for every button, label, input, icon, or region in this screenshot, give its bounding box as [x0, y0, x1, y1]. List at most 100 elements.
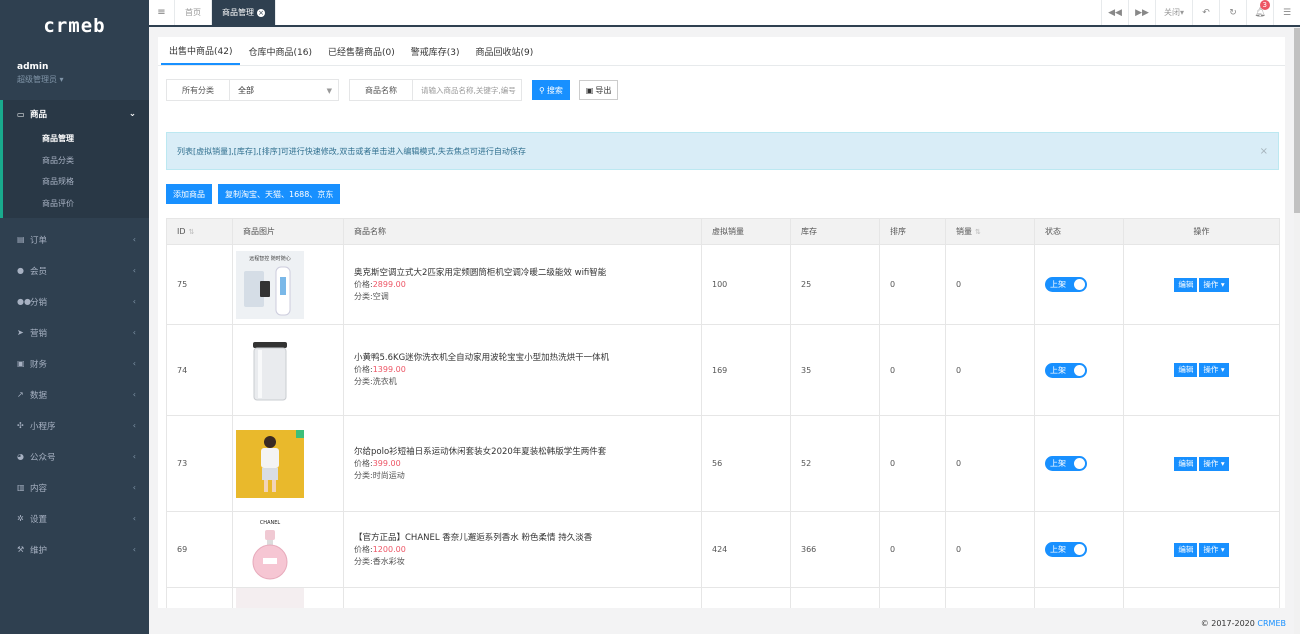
tab-sold-out[interactable]: 已经售罄商品(0) [320, 37, 403, 65]
cell-virtual-sales[interactable]: 100 [701, 244, 791, 325]
tab-low-stock[interactable]: 警戒库存(3) [403, 37, 468, 65]
col-sales[interactable]: 销量 ⇅ [945, 218, 1035, 245]
scroll-left-button[interactable]: ◀◀ [1101, 0, 1128, 25]
user-profile[interactable]: admin 超级管理员 ▾ [0, 52, 149, 100]
caret-down-icon: ▾ [1220, 279, 1225, 289]
close-tabs-dropdown[interactable]: 关闭 ▾ [1155, 0, 1192, 25]
goods-category: 分类:洗衣机 [354, 376, 701, 388]
air-conditioner-image[interactable]: 远程智控 随时随心 [236, 250, 343, 319]
action-bar: 添加商品 复制淘宝、天猫、1688、京东 [166, 184, 346, 204]
status-toggle[interactable]: 上架 [1045, 456, 1087, 471]
scroll-right-button[interactable]: ▶▶ [1128, 0, 1155, 25]
caret-down-icon: ▼ [326, 87, 332, 95]
sidebar-item-content[interactable]: ▥ 内容 ‹ [0, 472, 149, 503]
user-role-dropdown[interactable]: 超级管理员 ▾ [17, 74, 132, 85]
col-image: 商品图片 [232, 218, 344, 245]
edit-button[interactable]: 编辑 [1174, 277, 1198, 292]
refresh-button[interactable]: ↻ [1219, 0, 1246, 25]
tab-label: 商品管理 [222, 8, 254, 17]
tab-home[interactable]: 首页 [175, 0, 212, 25]
category-select[interactable]: 全部 ▼ [230, 80, 338, 100]
menu-toggle-button[interactable]: ≡ [149, 0, 175, 25]
more-actions-dropdown[interactable]: 操作 ▾ [1199, 542, 1229, 557]
close-tab-icon[interactable]: × [257, 8, 265, 17]
edit-button[interactable]: 编辑 [1174, 542, 1198, 557]
washing-machine-image[interactable] [236, 336, 343, 404]
sidebar-item-order[interactable]: ▤ 订单 ‹ [0, 224, 149, 255]
cell-virtual-sales[interactable]: 169 [701, 324, 791, 416]
line-chart-icon: ↗ [17, 390, 24, 399]
sort-icon[interactable]: ⇅ [975, 228, 981, 236]
submenu-item-goods-manage[interactable]: 商品管理 [17, 128, 149, 150]
sidebar-item-goods-header[interactable]: ▭ 商品 ⌄ [17, 100, 149, 128]
more-actions-dropdown[interactable]: 操作 ▾ [1199, 456, 1229, 471]
sidebar-item-goods[interactable]: ▭ 商品 ⌄ 商品管理 商品分类 商品规格 商品评价 [0, 100, 149, 218]
cell-sales [945, 587, 1035, 608]
chevron-left-icon: ‹ [132, 328, 136, 337]
category-prefix: 分类: [354, 291, 373, 301]
scrollbar-thumb[interactable] [1294, 28, 1300, 213]
more-actions-dropdown[interactable]: 操作 ▾ [1199, 277, 1229, 292]
sidebar-item-data[interactable]: ↗ 数据 ‹ [0, 379, 149, 410]
sidebar-item-finance[interactable]: ▣ 财务 ‹ [0, 348, 149, 379]
search-button[interactable]: ⚲ 搜索 [532, 80, 570, 100]
cell-virtual-sales[interactable]: 56 [701, 415, 791, 512]
fashion-outfit-image[interactable] [236, 429, 343, 498]
goods-category: 分类:香水彩妆 [354, 556, 701, 568]
page-scrollbar[interactable] [1294, 28, 1300, 634]
cell-status: 上架 [1034, 244, 1124, 325]
brand-link[interactable]: CRMEB [1257, 619, 1286, 628]
more-menu-button[interactable]: ☰ [1273, 0, 1300, 25]
cell-virtual-sales[interactable]: 424 [701, 511, 791, 588]
sort-icon[interactable]: ⇅ [189, 228, 195, 236]
cell-sort[interactable]: 0 [879, 511, 946, 588]
tab-on-sale[interactable]: 出售中商品(42) [161, 37, 241, 65]
submenu-item-goods-spec[interactable]: 商品规格 [17, 171, 149, 193]
cell-sort[interactable]: 0 [879, 324, 946, 416]
cell-stock[interactable]: 35 [790, 324, 880, 416]
sidebar-item-settings[interactable]: ✲ 设置 ‹ [0, 503, 149, 534]
add-goods-button[interactable]: 添加商品 [166, 184, 212, 204]
status-toggle[interactable]: 上架 [1045, 362, 1087, 378]
status-label: 上架 [1050, 280, 1066, 289]
sidebar-item-marketing[interactable]: ➤ 营销 ‹ [0, 317, 149, 348]
goods-price: 价格:2899.00 [354, 279, 701, 291]
product-image[interactable] [236, 588, 304, 608]
cell-stock[interactable]: 25 [790, 244, 880, 325]
submenu-item-goods-category[interactable]: 商品分类 [17, 150, 149, 172]
cell-image [232, 415, 344, 512]
user-icon: ● [17, 266, 24, 275]
close-icon[interactable]: × [1260, 146, 1268, 157]
goods-table: ID ⇅ 商品图片 商品名称 虚拟销量 库存 排序 销量 ⇅ 状态 操作 75 远程… [166, 218, 1280, 608]
status-toggle[interactable]: 上架 [1045, 542, 1087, 557]
sidebar-item-member[interactable]: ● 会员 ‹ [0, 255, 149, 286]
sidebar-item-distribution[interactable]: ●● 分销 ‹ [0, 286, 149, 317]
cell-stock[interactable]: 52 [790, 415, 880, 512]
col-id[interactable]: ID ⇅ [166, 218, 233, 245]
sidebar-item-maintenance[interactable]: ⚒ 维护 ‹ [0, 534, 149, 565]
sidebar-item-wechat[interactable]: ◕ 公众号 ‹ [0, 441, 149, 472]
goods-name-input[interactable]: 请输入商品名称,关键字,编号 [413, 80, 521, 100]
cell-sort[interactable]: 0 [879, 415, 946, 512]
cell-status: 上架 [1034, 324, 1124, 416]
export-button[interactable]: ▣ 导出 [578, 80, 619, 100]
tab-in-warehouse[interactable]: 仓库中商品(16) [240, 37, 319, 65]
status-toggle[interactable]: 上架 [1045, 277, 1087, 292]
copy-goods-button[interactable]: 复制淘宝、天猫、1688、京东 [218, 184, 341, 204]
edit-button[interactable]: 编辑 [1174, 456, 1198, 471]
cell-sort[interactable]: 0 [879, 244, 946, 325]
category-prefix: 分类: [354, 377, 373, 386]
perfume-image[interactable]: CHANEL [236, 515, 343, 584]
back-button[interactable]: ↶ [1192, 0, 1219, 25]
notification-button[interactable]: 🔔︎ 3 [1246, 0, 1273, 25]
cell-stock[interactable]: 366 [790, 511, 880, 588]
sidebar-menu: ▤ 订单 ‹ ● 会员 ‹ ●● 分销 ‹ ➤ 营销 ‹ ▣ 财务 ‹ ↗ 数据 ‹ ✣ 小程序 ‹ ◕ 公众… [0, 224, 149, 565]
tab-recycle-bin[interactable]: 商品回收站(9) [467, 37, 541, 65]
tab-goods-manage[interactable]: 商品管理 × [212, 0, 276, 25]
sidebar-item-miniprogram[interactable]: ✣ 小程序 ‹ [0, 410, 149, 441]
more-actions-dropdown[interactable]: 操作 ▾ [1199, 363, 1229, 377]
name-filter: 商品名称 请输入商品名称,关键字,编号 [349, 79, 522, 101]
submenu-item-goods-review[interactable]: 商品评价 [17, 193, 149, 215]
edit-button[interactable]: 编辑 [1174, 363, 1198, 377]
goods-price: 价格:1200.00 [354, 544, 701, 556]
